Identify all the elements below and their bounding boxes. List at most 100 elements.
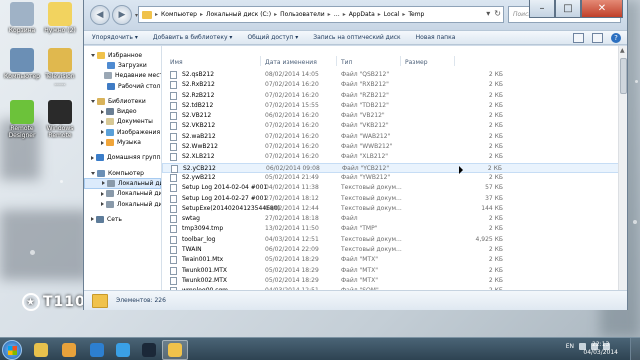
desktop-icon[interactable]: Remote Designer <box>2 100 42 139</box>
expand-chevron-icon[interactable] <box>102 181 105 186</box>
nav-item[interactable]: Сеть <box>84 214 161 224</box>
nav-item[interactable]: Рабочий стол <box>84 81 161 91</box>
column-type[interactable]: Тип <box>341 59 353 66</box>
taskbar-app-button[interactable] <box>136 340 162 360</box>
file-row[interactable]: S2.yCB212 06/02/2014 09:08 Файл "YCB212" 2 … <box>162 162 627 173</box>
nav-item[interactable]: Локальный диск (C <box>84 178 161 189</box>
taskbar-app-button[interactable] <box>84 340 110 360</box>
column-date[interactable]: Дата изменения <box>265 59 317 66</box>
expand-chevron-icon[interactable] <box>101 202 104 206</box>
expand-chevron-icon[interactable] <box>101 191 104 196</box>
file-row[interactable]: Twunk002.MTX 05/02/2014 18:29 Файл "MTX" 2 … <box>162 276 627 286</box>
expand-chevron-icon[interactable] <box>101 130 104 135</box>
nav-item[interactable]: Загрузки <box>84 60 161 70</box>
nav-item[interactable]: Недавние места <box>84 71 161 81</box>
nav-item[interactable]: Библиотеки <box>84 96 161 106</box>
file-row[interactable]: S2.WwB212 07/02/2014 16:20 Файл "WWB212" 2 … <box>162 142 627 152</box>
desktop-icon[interactable]: Корзина <box>2 2 42 34</box>
file-row[interactable]: S2.tdB212 07/02/2014 15:55 Файл "TDB212" 2 … <box>162 101 627 111</box>
breadcrumb-item[interactable]: Local <box>384 11 400 18</box>
close-button[interactable]: ✕ <box>581 0 623 18</box>
organize-menu[interactable]: Упорядочить ▾ <box>92 34 138 41</box>
breadcrumb-item[interactable]: Локальный диск (C:) <box>206 11 271 18</box>
column-name[interactable]: Имя <box>170 59 183 66</box>
nav-item[interactable]: Изображения <box>84 127 161 137</box>
file-row[interactable]: Setup Log 2014-02-27 #001 27/02/2014 18:1… <box>162 194 627 204</box>
breadcrumb-item[interactable]: Temp <box>408 11 424 18</box>
breadcrumb-separator-icon[interactable]: ▸ <box>200 11 203 18</box>
burn-button[interactable]: Запись на оптический диск <box>313 34 400 41</box>
expand-chevron-icon[interactable] <box>101 140 104 145</box>
new-folder-button[interactable]: Новая папка <box>416 34 456 41</box>
file-row[interactable]: swtag 27/02/2014 18:18 Файл 2 КБ <box>162 214 627 224</box>
scroll-thumb[interactable] <box>620 58 627 94</box>
expand-chevron-icon[interactable] <box>91 217 94 222</box>
maximize-button[interactable]: □ <box>555 0 581 18</box>
nav-item[interactable]: Избранное <box>84 50 161 60</box>
desktop-icon[interactable]: Нужно (2) <box>40 2 80 34</box>
language-indicator[interactable]: EN <box>566 343 574 350</box>
file-row[interactable]: S2.qsB212 08/02/2014 14:05 Файл "QSB212" 2 … <box>162 70 627 80</box>
back-button[interactable]: ◀ <box>90 5 110 25</box>
nav-item[interactable]: Домашняя группа <box>84 153 161 163</box>
breadcrumb-item[interactable]: … <box>334 11 340 18</box>
nav-item[interactable]: Компьютер <box>84 168 161 178</box>
start-button[interactable] <box>2 340 22 360</box>
forward-button[interactable]: ▶ <box>112 5 132 25</box>
nav-item[interactable]: Музыка <box>84 137 161 147</box>
taskbar-app-button[interactable] <box>110 340 136 360</box>
minimize-button[interactable]: – <box>529 0 555 18</box>
address-bar[interactable]: ▸ Компьютер ▸ Локальный диск (C:) ▸ Пользоват… <box>138 6 504 23</box>
file-row[interactable]: S2.XLB212 07/02/2014 16:20 Файл "XLB212" 2 … <box>162 152 627 162</box>
nav-item[interactable]: Документы <box>84 117 161 127</box>
nav-item[interactable]: Видео <box>84 106 161 116</box>
scroll-up-icon[interactable]: ▲ <box>620 47 625 54</box>
breadcrumb-separator-icon[interactable]: ▸ <box>155 11 158 18</box>
nav-item[interactable]: Локальный диск (E <box>84 199 161 209</box>
breadcrumb-item[interactable]: Пользователи <box>280 11 325 18</box>
expand-chevron-icon[interactable] <box>101 109 104 114</box>
desktop-icon[interactable]: Windows Remote <box>40 100 80 139</box>
chevron-down-icon[interactable]: ▾ <box>486 9 490 18</box>
breadcrumb-separator-icon[interactable]: ▸ <box>378 11 381 18</box>
file-row[interactable]: S2.ywB212 05/02/2014 21:49 Файл "YWB212" 2 … <box>162 173 627 183</box>
file-row[interactable]: Setup Log 2014-02-04 #001 04/02/2014 11:3… <box>162 183 627 193</box>
breadcrumb-item[interactable]: Компьютер <box>161 11 197 18</box>
clock[interactable]: 22:13 04/03/2014 <box>583 341 618 357</box>
file-row[interactable]: TWAIN 06/02/2014 22:09 Текстовый докум... 2… <box>162 245 627 255</box>
desktop-icon[interactable]: Television ...... <box>40 48 80 87</box>
show-desktop-button[interactable] <box>630 338 640 360</box>
file-row[interactable]: Twain001.Mtx 05/02/2014 18:29 Файл "MTX" 2 … <box>162 255 627 265</box>
expand-chevron-icon[interactable] <box>91 171 95 175</box>
nav-item[interactable]: Локальный диск (D <box>84 189 161 199</box>
expand-chevron-icon[interactable] <box>101 119 104 124</box>
expand-chevron-icon[interactable] <box>91 155 94 160</box>
desktop-icon[interactable]: Компьютер <box>2 48 42 80</box>
file-row[interactable]: S2.RxB212 07/02/2014 16:20 Файл "RXB212" 2 … <box>162 80 627 90</box>
expand-chevron-icon[interactable] <box>91 53 95 57</box>
breadcrumb-separator-icon[interactable]: ▸ <box>402 11 405 18</box>
share-menu[interactable]: Общий доступ ▾ <box>247 34 298 41</box>
taskbar-app-button[interactable] <box>56 340 82 360</box>
file-row[interactable]: SetupExe(20140204123544E80) 04/02/2014 12… <box>162 204 627 214</box>
file-row[interactable]: S2.VKB212 07/02/2014 16:20 Файл "VKB212" 2 … <box>162 121 627 131</box>
preview-pane-icon[interactable] <box>592 33 603 43</box>
file-row[interactable]: tmp3094.tmp 13/02/2014 11:50 Файл "TMP" 2 К… <box>162 224 627 234</box>
help-icon[interactable]: ? <box>611 33 621 43</box>
add-to-library-menu[interactable]: Добавить в библиотеку ▾ <box>153 34 233 41</box>
file-row[interactable]: Twunk001.MTX 05/02/2014 18:29 Файл "MTX" 2 … <box>162 266 627 276</box>
file-row[interactable]: S2.RzB212 07/02/2014 16:20 Файл "RZB212" 2 … <box>162 91 627 101</box>
vertical-scrollbar[interactable]: ▲ <box>618 46 627 290</box>
taskbar-app-button[interactable] <box>28 340 54 360</box>
file-row[interactable]: S2.VB212 06/02/2014 16:20 Файл "VB212" 2 КБ <box>162 111 627 121</box>
breadcrumb-separator-icon[interactable]: ▸ <box>274 11 277 18</box>
view-options-icon[interactable] <box>573 33 584 43</box>
file-row[interactable]: S2.waB212 07/02/2014 16:20 Файл "WAB212" 2 … <box>162 132 627 142</box>
expand-chevron-icon[interactable] <box>91 99 95 103</box>
refresh-icon[interactable]: ↻ <box>494 9 501 18</box>
breadcrumb-item[interactable]: AppData <box>349 11 375 18</box>
file-row[interactable]: toolbar_log 04/03/2014 12:51 Текстовый док… <box>162 235 627 245</box>
breadcrumb-separator-icon[interactable]: ▸ <box>343 11 346 18</box>
breadcrumb-separator-icon[interactable]: ▸ <box>328 11 331 18</box>
taskbar-app-button[interactable] <box>162 340 188 360</box>
